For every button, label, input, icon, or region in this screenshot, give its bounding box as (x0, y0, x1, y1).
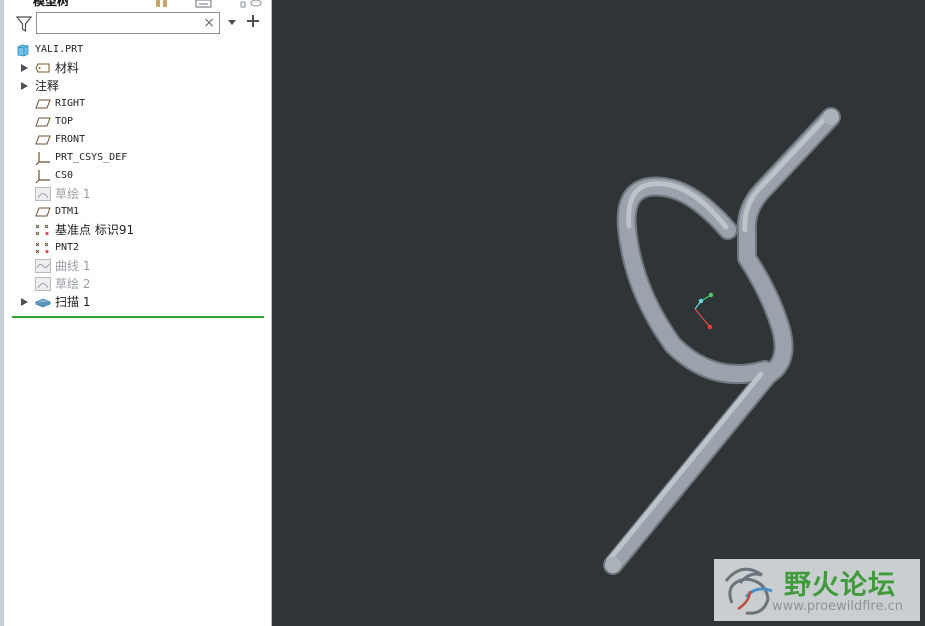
show-icon[interactable] (155, 0, 171, 8)
insert-here-marker[interactable] (12, 316, 264, 318)
tree-item[interactable]: 曲线 1 (0, 257, 268, 275)
search-input[interactable] (39, 14, 203, 34)
watermark-title: 野火论坛 (784, 570, 896, 601)
curve-icon (35, 259, 51, 273)
tree-item-label: 基准点 标识91 (55, 223, 135, 237)
tree-item-label: RIGHT (55, 98, 86, 109)
tree-item-label: 草绘 1 (55, 187, 91, 201)
tree-item[interactable]: 基准点 标识91 (0, 221, 268, 239)
forum-watermark: 野火论坛 www.proewildfire.cn (714, 559, 920, 621)
tree-item[interactable]: PNT2 (0, 239, 268, 257)
csys-icon (35, 169, 51, 184)
datum-plane-icon (35, 97, 51, 111)
search-box[interactable]: × (36, 12, 220, 34)
tree-item-label: PNT2 (55, 242, 80, 253)
tree-item[interactable]: 材料 (0, 59, 268, 77)
add-icon[interactable] (246, 14, 260, 28)
datum-point-icon (35, 241, 51, 255)
visibility-icon[interactable] (240, 0, 264, 8)
tree-item-label: CS0 (55, 170, 74, 181)
tree-item[interactable]: RIGHT (0, 95, 268, 113)
panel-title: 模型树 (33, 0, 70, 8)
tree-item[interactable]: 扫描 1 (0, 293, 268, 311)
tree-item-label: TOP (55, 116, 74, 127)
datum-plane-icon (35, 115, 51, 129)
sweep-icon (34, 295, 52, 309)
tree-item[interactable]: YALI.PRT (0, 41, 268, 59)
tree-item[interactable]: TOP (0, 113, 268, 131)
tree-item-label: 材料 (55, 61, 80, 75)
tree-item-label: YALI.PRT (35, 44, 84, 55)
csys-icon (35, 151, 51, 166)
sketch-icon (35, 187, 51, 201)
tree-item[interactable]: 草绘 1 (0, 185, 268, 203)
tree-item[interactable]: FRONT (0, 131, 268, 149)
tree-item[interactable]: PRT_CSYS_DEF (0, 149, 268, 167)
expand-arrow-icon[interactable] (20, 63, 29, 73)
chevron-down-icon[interactable] (226, 16, 238, 28)
model-tree-panel: 模型树 × YALI.PRT 材料注释 RIGHT TOP FRONT PRT_CSYS_… (0, 0, 272, 626)
datum-point-icon (35, 223, 51, 237)
tree-item[interactable]: 注释 (0, 77, 268, 95)
material-tag-icon (35, 61, 51, 75)
tree-item-label: 曲线 1 (55, 259, 91, 273)
viewport-background (273, 0, 925, 626)
clear-icon[interactable]: × (203, 14, 215, 32)
expand-arrow-icon[interactable] (20, 297, 29, 307)
tree-item[interactable]: CS0 (0, 167, 268, 185)
tree-item-label: 扫描 1 (55, 295, 91, 309)
sketch-icon (35, 277, 51, 291)
datum-plane-icon (35, 205, 51, 219)
expand-arrow-icon[interactable] (20, 81, 29, 91)
settings-icon[interactable] (195, 0, 213, 8)
watermark-url: www.proewildfire.cn (772, 599, 903, 614)
part-icon (15, 43, 31, 57)
tree-item-label: FRONT (55, 134, 86, 145)
tree-item-label: PRT_CSYS_DEF (55, 152, 128, 163)
tree-item-label: DTM1 (55, 206, 80, 217)
tree-item[interactable]: 草绘 2 (0, 275, 268, 293)
graphics-viewport[interactable] (273, 0, 925, 626)
tree-item-label: 注释 (35, 79, 60, 93)
filter-icon[interactable] (15, 15, 33, 33)
flame-logo-icon (724, 567, 773, 615)
tree-item[interactable]: DTM1 (0, 203, 268, 221)
tree-item-label: 草绘 2 (55, 277, 91, 291)
datum-plane-icon (35, 133, 51, 147)
